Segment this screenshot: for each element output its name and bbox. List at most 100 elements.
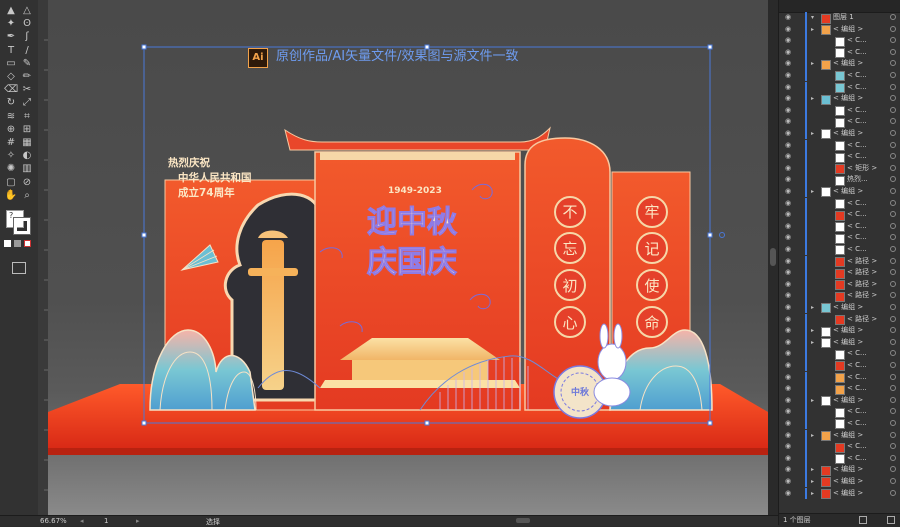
expand-arrow-icon[interactable]: ▸ (811, 464, 814, 476)
target-icon[interactable] (890, 176, 896, 183)
visibility-eye-icon[interactable]: ◉ (785, 70, 791, 82)
target-icon[interactable] (890, 350, 896, 357)
mesh-tool-icon[interactable]: # (4, 136, 18, 150)
visibility-eye-icon[interactable]: ◉ (785, 93, 791, 105)
layer-row[interactable]: ◉ < C... (779, 452, 900, 465)
layer-row[interactable]: ◉ 热烈... (779, 174, 900, 186)
visibility-eye-icon[interactable]: ◉ (785, 105, 791, 117)
visibility-eye-icon[interactable]: ◉ (785, 302, 791, 314)
layer-row[interactable]: ◉ ▸ < 编组 > (779, 127, 900, 140)
layer-row[interactable]: ◉ ▸ < 编组 > (779, 23, 900, 35)
slice-tool-icon[interactable]: ⊘ (20, 176, 34, 190)
visibility-eye-icon[interactable]: ◉ (785, 140, 791, 152)
visibility-eye-icon[interactable]: ◉ (785, 116, 791, 128)
visibility-eye-icon[interactable]: ◉ (785, 186, 791, 198)
rotate-tool-icon[interactable]: ↻ (4, 96, 18, 110)
visibility-eye-icon[interactable]: ◉ (785, 360, 791, 372)
pencil-tool-icon[interactable]: ✏ (20, 70, 34, 84)
layer-row[interactable]: ◉ < C... (779, 81, 900, 93)
target-icon[interactable] (890, 48, 896, 55)
target-icon[interactable] (890, 327, 896, 334)
zoom-level[interactable]: 66.67% (40, 517, 67, 525)
color-mode-icons[interactable] (4, 240, 34, 248)
target-icon[interactable] (890, 292, 896, 299)
shaper-tool-icon[interactable]: ◇ (4, 70, 18, 84)
target-icon[interactable] (890, 60, 896, 67)
expand-arrow-icon[interactable]: ▸ (811, 430, 814, 442)
visibility-eye-icon[interactable]: ◉ (785, 476, 791, 488)
visibility-eye-icon[interactable]: ◉ (785, 151, 791, 163)
visibility-eye-icon[interactable]: ◉ (785, 35, 791, 47)
expand-arrow-icon[interactable]: ▸ (811, 488, 814, 500)
target-icon[interactable] (890, 373, 896, 380)
trash-icon[interactable] (887, 516, 895, 524)
visibility-eye-icon[interactable]: ◉ (785, 383, 791, 395)
visibility-eye-icon[interactable]: ◉ (785, 12, 791, 24)
column-graph-tool-icon[interactable]: ▥ (20, 162, 34, 176)
layer-row[interactable]: ◉ < C... (779, 441, 900, 453)
layer-row[interactable]: ◉ ▸ < 编组 > (779, 93, 900, 105)
visibility-eye-icon[interactable]: ◉ (785, 348, 791, 360)
free-transform-tool-icon[interactable]: ⌗ (20, 110, 34, 124)
perspective-tool-icon[interactable]: ⊞ (20, 123, 34, 137)
expand-arrow-icon[interactable]: ▸ (811, 302, 814, 314)
layer-row[interactable]: ◉ < C... (779, 220, 900, 233)
target-icon[interactable] (890, 83, 896, 90)
visibility-eye-icon[interactable]: ◉ (785, 267, 791, 279)
layer-row[interactable]: ◉ < 路径 > (779, 278, 900, 291)
screen-mode-icon[interactable] (12, 262, 26, 274)
target-icon[interactable] (890, 234, 896, 241)
layer-row[interactable]: ◉ ▸ < 编组 > (779, 185, 900, 198)
layer-row[interactable]: ◉ < C... (779, 69, 900, 82)
target-icon[interactable] (890, 199, 896, 206)
target-icon[interactable] (890, 106, 896, 113)
layer-row[interactable]: ◉ < C... (779, 243, 900, 256)
expand-arrow-icon[interactable]: ▸ (811, 325, 814, 337)
layer-row[interactable]: ◉ ▸ < 编组 > (779, 325, 900, 337)
expand-arrow-icon[interactable]: ▸ (811, 337, 814, 349)
line-tool-icon[interactable]: / (20, 44, 34, 58)
target-icon[interactable] (890, 71, 896, 78)
gradient-tool-icon[interactable]: ▦ (20, 136, 34, 150)
target-icon[interactable] (890, 95, 896, 102)
curvature-tool-icon[interactable]: ʃ (20, 30, 34, 44)
layer-row[interactable]: ◉ < 路径 > (779, 255, 900, 267)
layer-row[interactable]: ◉ ▸ < 编组 > (779, 429, 900, 442)
visibility-eye-icon[interactable]: ◉ (785, 372, 791, 384)
target-icon[interactable] (890, 164, 896, 171)
zoom-tool-icon[interactable]: ⌕ (20, 189, 34, 203)
layer-row[interactable]: ◉ ▸ < 编组 > (779, 58, 900, 70)
canvas-vertical-scrollbar[interactable] (768, 0, 778, 515)
layer-row[interactable]: ◉ < C... (779, 417, 900, 430)
layer-row[interactable]: ◉ < C... (779, 348, 900, 360)
visibility-eye-icon[interactable]: ◉ (785, 453, 791, 465)
next-artboard-icon[interactable]: ▸ (136, 517, 140, 525)
visibility-eye-icon[interactable]: ◉ (785, 221, 791, 233)
visibility-eye-icon[interactable]: ◉ (785, 174, 791, 186)
visibility-eye-icon[interactable]: ◉ (785, 406, 791, 418)
selection-tool-icon[interactable]: ▲ (4, 4, 18, 18)
layer-row[interactable]: ◉ < C... (779, 116, 900, 128)
target-icon[interactable] (890, 396, 896, 403)
lasso-tool-icon[interactable]: ʘ (20, 17, 34, 31)
target-icon[interactable] (890, 385, 896, 392)
layer-row[interactable]: ◉ < 路径 > (779, 313, 900, 325)
visibility-eye-icon[interactable]: ◉ (785, 418, 791, 430)
layer-row[interactable]: ◉ < 路径 > (779, 290, 900, 302)
direct-selection-tool-icon[interactable]: △ (20, 4, 34, 18)
layer-row[interactable]: ◉ < 矩形 > (779, 162, 900, 175)
visibility-eye-icon[interactable]: ◉ (785, 488, 791, 500)
layer-row[interactable]: ◉ < C... (779, 197, 900, 209)
layer-row[interactable]: ◉ < C... (779, 371, 900, 384)
fill-stroke-swatches[interactable]: ? (6, 210, 32, 236)
target-icon[interactable] (890, 153, 896, 160)
visibility-eye-icon[interactable]: ◉ (785, 128, 791, 140)
expand-arrow-icon[interactable]: ▸ (811, 128, 814, 140)
layer-row[interactable]: ◉ ▸ < 编组 > (779, 336, 900, 349)
target-icon[interactable] (890, 269, 896, 276)
visibility-eye-icon[interactable]: ◉ (785, 58, 791, 70)
visibility-eye-icon[interactable]: ◉ (785, 325, 791, 337)
visibility-eye-icon[interactable]: ◉ (785, 395, 791, 407)
layer-row[interactable]: ◉ ▸ < 编组 > (779, 487, 900, 500)
expand-arrow-icon[interactable]: ▸ (811, 58, 814, 70)
